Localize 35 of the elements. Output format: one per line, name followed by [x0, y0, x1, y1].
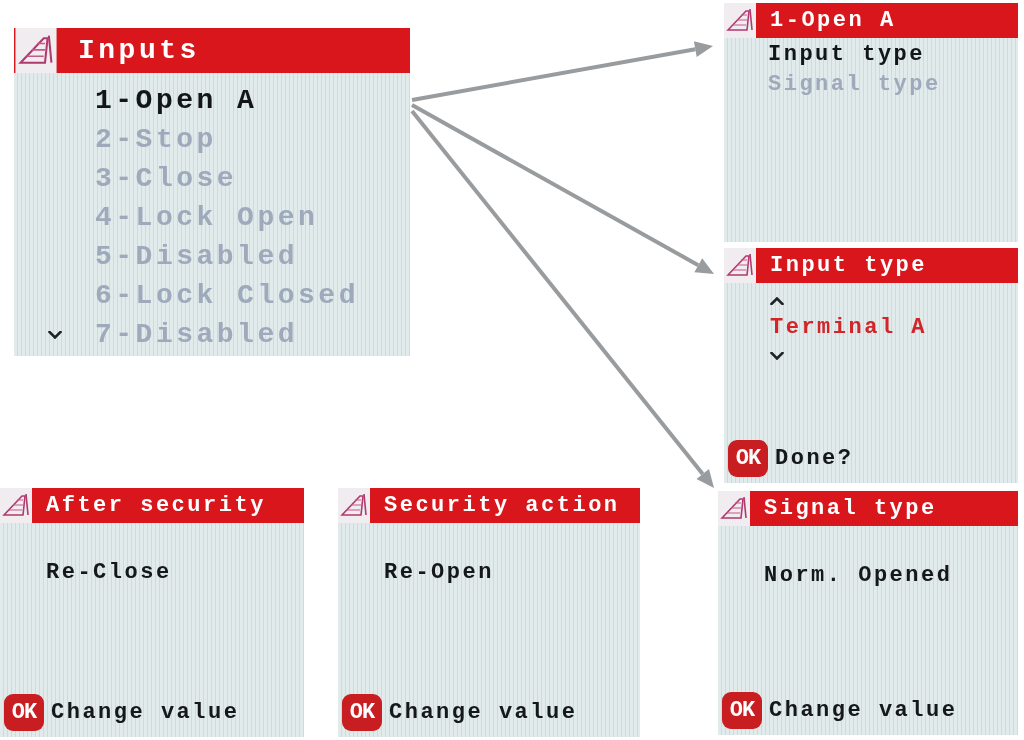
menu-item[interactable]: Input type [768, 42, 926, 68]
menu-item[interactable]: Signal type [768, 72, 941, 98]
menu-item[interactable]: 3-Close [95, 161, 238, 196]
ok-key: OK [4, 694, 44, 731]
menu-item[interactable]: 6-Lock Closed [95, 278, 359, 313]
chevron-up-icon [770, 297, 784, 305]
logo-icon [338, 488, 370, 523]
menu-item[interactable]: 4-Lock Open [95, 200, 319, 235]
ok-key: OK [722, 692, 762, 729]
screen-title: Inputs [77, 34, 200, 67]
screen-title: Signal type [763, 495, 937, 522]
menu-item[interactable]: 5-Disabled [95, 239, 299, 274]
menu-item[interactable]: 7-Disabled [95, 317, 299, 352]
screen-title: Security action [383, 492, 620, 519]
screen-title: 1-Open A [769, 7, 896, 34]
value-text: Re-Close [46, 560, 172, 586]
logo-icon [0, 488, 32, 523]
menu-item[interactable]: 1-Open A [95, 83, 258, 118]
screen-title: After security [45, 492, 266, 519]
value-text: Re-Open [384, 560, 494, 586]
footer-hint: Change value [769, 697, 958, 724]
footer-hint: Done? [775, 445, 854, 472]
picker-value: Terminal A [770, 315, 928, 341]
chevron-down-icon [770, 352, 784, 360]
logo-icon [14, 28, 58, 73]
menu-item[interactable]: 2-Stop [95, 122, 217, 157]
ok-key: OK [728, 440, 768, 477]
value-text: Norm. Opened [764, 563, 953, 589]
screen-title: Input type [769, 252, 928, 279]
footer-hint: Change value [51, 699, 240, 726]
footer-hint: Change value [389, 699, 578, 726]
logo-icon [718, 491, 750, 526]
ok-key: OK [342, 694, 382, 731]
logo-icon [724, 3, 756, 38]
logo-icon [724, 248, 756, 283]
